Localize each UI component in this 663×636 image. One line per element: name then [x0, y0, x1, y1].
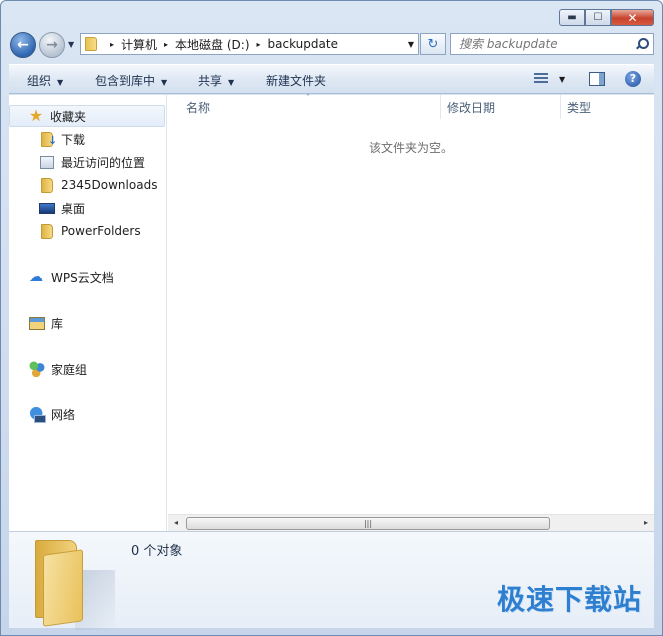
- refresh-icon: ↻: [427, 36, 439, 52]
- library-icon: [29, 316, 45, 330]
- column-divider[interactable]: [440, 95, 441, 119]
- empty-folder-message: 该文件夹为空。: [369, 141, 454, 155]
- search-box: [450, 33, 654, 55]
- search-input[interactable]: [459, 37, 635, 51]
- maximize-button[interactable]: ☐: [585, 9, 611, 26]
- sidebar-item-downloads[interactable]: 下载: [39, 128, 85, 150]
- share-menu[interactable]: 共享 ▼: [198, 72, 234, 89]
- address-bar[interactable]: ▸ 计算机 ▸ 本地磁盘 (D:) ▸ backupdate ▼: [80, 33, 419, 55]
- details-pane: 0 个对象 极速下载站: [9, 531, 654, 630]
- chevron-down-icon: ▼: [161, 78, 168, 87]
- sidebar-item-2345downloads[interactable]: 2345Downloads: [39, 174, 157, 196]
- sidebar-item-label: 桌面: [61, 201, 86, 216]
- include-in-library-menu[interactable]: 包含到库中 ▼: [95, 72, 167, 89]
- forward-button[interactable]: →: [39, 32, 65, 58]
- sidebar-item-desktop[interactable]: 桌面: [39, 197, 85, 219]
- preview-pane-icon[interactable]: [589, 72, 605, 86]
- sidebar-item-favorites[interactable]: ★ 收藏夹: [9, 105, 165, 127]
- folder-icon: [41, 177, 53, 193]
- sidebar-item-label: 网络: [51, 407, 76, 422]
- refresh-button[interactable]: ↻: [420, 33, 446, 55]
- column-divider[interactable]: [560, 95, 561, 119]
- sidebar-item-recent-places[interactable]: 最近访问的位置: [39, 151, 145, 173]
- chevron-down-icon: ▼: [228, 78, 235, 87]
- folder-icon: [85, 37, 97, 51]
- sidebar-item-libraries[interactable]: 库: [29, 312, 63, 334]
- column-header-name[interactable]: 名称: [186, 99, 210, 116]
- minimize-button[interactable]: ▬: [559, 9, 585, 26]
- recent-pages-dropdown-icon[interactable]: ▼: [68, 40, 74, 49]
- star-icon: ★: [28, 106, 44, 125]
- organize-menu[interactable]: 组织 ▼: [27, 72, 63, 89]
- folder-icon: [41, 223, 53, 239]
- explorer-window: ▬ ☐ ✕ ← → ▼ ▸ 计算机 ▸ 本地磁盘 (D:) ▸ backupda…: [0, 0, 663, 636]
- object-count: 0 个对象: [131, 544, 183, 559]
- new-folder-button[interactable]: 新建文件夹: [266, 72, 326, 89]
- sidebar-item-label: 库: [51, 316, 64, 331]
- address-dropdown-icon[interactable]: ▼: [408, 40, 414, 49]
- column-header-date-modified[interactable]: 修改日期: [447, 99, 495, 116]
- recent-places-icon: [40, 155, 54, 169]
- scroll-left-icon[interactable]: ◂: [174, 518, 178, 527]
- command-bar: 组织 ▼ 包含到库中 ▼ 共享 ▼ 新建文件夹 ▼ ?: [9, 64, 654, 94]
- sidebar-item-label: WPS云文档: [51, 270, 114, 285]
- folder-icon: [35, 540, 115, 630]
- close-button[interactable]: ✕: [611, 9, 654, 26]
- back-button[interactable]: ←: [10, 32, 36, 58]
- watermark-logo: 极速下载站: [496, 583, 642, 616]
- breadcrumb-separator-icon[interactable]: ▸: [164, 40, 168, 49]
- breadcrumb-current-folder[interactable]: backupdate: [268, 37, 338, 51]
- new-folder-label: 新建文件夹: [266, 74, 327, 88]
- scrollbar-thumb[interactable]: |||: [186, 517, 550, 530]
- breadcrumb-computer[interactable]: 计算机: [121, 36, 157, 53]
- main-content: ★ 收藏夹 下载 最近访问的位置 2345Downloads 桌面 Pow: [9, 93, 654, 531]
- sidebar-item-label: 最近访问的位置: [61, 155, 146, 170]
- sidebar-item-network[interactable]: 网络: [29, 403, 75, 425]
- horizontal-scrollbar[interactable]: ◂ ||| ▸: [168, 514, 654, 531]
- homegroup-icon: [29, 361, 45, 377]
- cloud-icon: ☁: [29, 269, 43, 285]
- downloads-folder-icon: [41, 131, 57, 147]
- file-list[interactable]: ˄ 名称 修改日期 类型 该文件夹为空。: [168, 93, 654, 515]
- network-icon: [29, 406, 46, 423]
- sidebar-item-wps-cloud[interactable]: ☁ WPS云文档: [29, 266, 114, 288]
- share-label: 共享: [198, 74, 223, 88]
- chevron-down-icon: ▼: [57, 78, 64, 87]
- caption-buttons: ▬ ☐ ✕: [559, 9, 654, 26]
- sidebar-item-label: 家庭组: [51, 362, 88, 377]
- back-arrow-icon: ←: [17, 37, 29, 53]
- breadcrumb-separator-icon[interactable]: ▸: [257, 40, 261, 49]
- breadcrumb-local-disk[interactable]: 本地磁盘 (D:): [175, 36, 249, 53]
- sidebar-item-powerfolders[interactable]: PowerFolders: [39, 220, 141, 242]
- scroll-right-icon[interactable]: ▸: [644, 518, 648, 527]
- sidebar-item-label: 收藏夹: [50, 109, 87, 124]
- forward-arrow-icon: →: [46, 37, 58, 53]
- search-icon[interactable]: [635, 38, 649, 50]
- sidebar-item-homegroup[interactable]: 家庭组: [29, 358, 87, 380]
- view-options-icon[interactable]: [534, 73, 548, 85]
- sidebar-item-label: 下载: [61, 132, 86, 147]
- navigation-bar: ← → ▼ ▸ 计算机 ▸ 本地磁盘 (D:) ▸ backupdate ▼ ↻: [10, 31, 654, 59]
- navigation-pane: ★ 收藏夹 下载 最近访问的位置 2345Downloads 桌面 Pow: [9, 95, 167, 531]
- desktop-icon: [39, 202, 55, 214]
- view-dropdown-icon[interactable]: ▼: [559, 75, 565, 84]
- sort-ascending-icon: ˄: [306, 93, 310, 102]
- organize-label: 组织: [27, 74, 52, 88]
- column-header-type[interactable]: 类型: [567, 99, 591, 116]
- help-icon[interactable]: ?: [625, 71, 641, 87]
- sidebar-item-label: PowerFolders: [61, 224, 141, 238]
- include-in-library-label: 包含到库中: [95, 74, 156, 88]
- sidebar-item-label: 2345Downloads: [61, 178, 158, 192]
- breadcrumb-separator-icon[interactable]: ▸: [110, 40, 114, 49]
- grip-icon: |||: [363, 519, 373, 528]
